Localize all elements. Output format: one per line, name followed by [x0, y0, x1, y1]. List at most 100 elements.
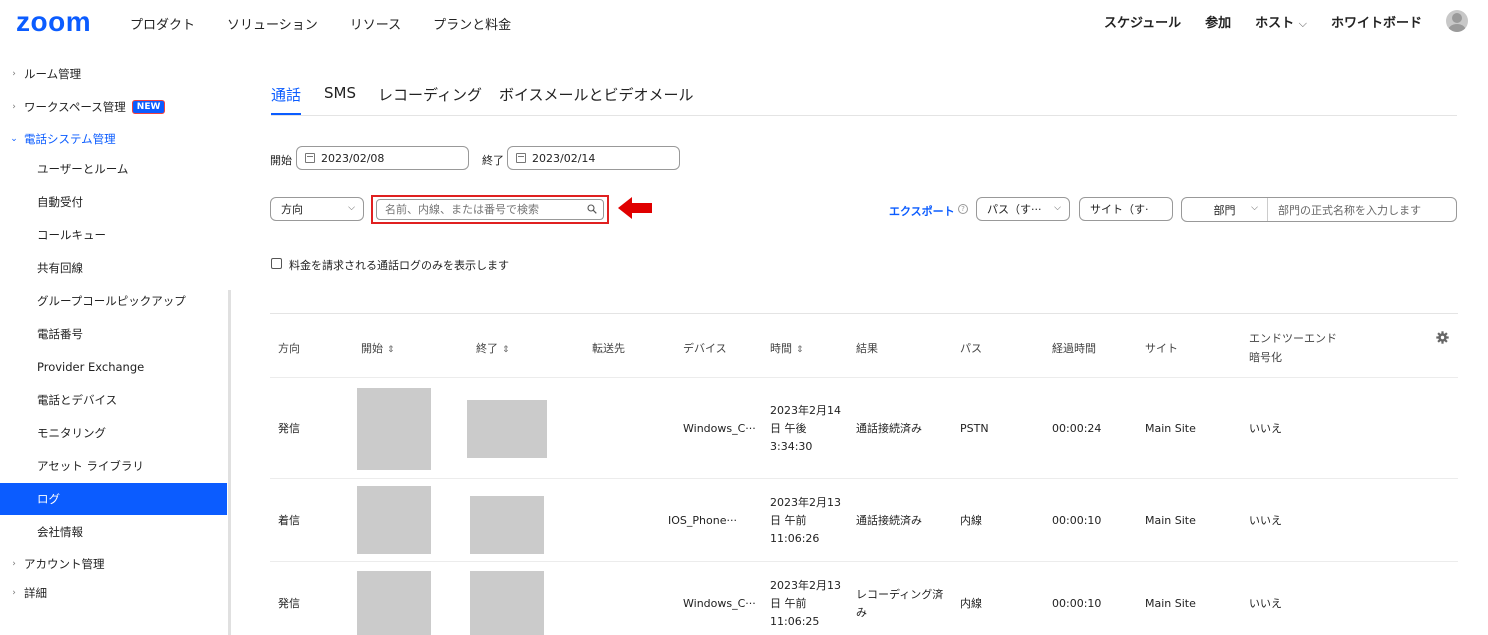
search-icon[interactable]: [587, 204, 597, 214]
sidebar-item-call-queue[interactable]: コールキュー: [0, 219, 227, 251]
sidebar-item-phone-system-management[interactable]: ⌄ 電話システム管理: [0, 123, 227, 155]
sidebar-item-label: モニタリング: [37, 426, 106, 440]
cell-duration: 00:00:24: [1052, 422, 1102, 435]
sidebar-item-room-management[interactable]: › ルーム管理: [0, 58, 227, 90]
column-end[interactable]: 終了 ⇕: [476, 340, 510, 356]
export-link[interactable]: エクスポート: [889, 203, 955, 219]
cell-time-line2: 日 午前: [770, 514, 807, 527]
sidebar-item-label: 自動受付: [37, 195, 83, 209]
site-select-value: サイト（す·: [1090, 203, 1149, 216]
start-date-label: 開始: [270, 154, 292, 167]
redacted-end: [467, 400, 547, 458]
chevron-down-icon: ⌄: [10, 134, 18, 144]
start-date-value: 2023/02/08: [321, 151, 385, 165]
sidebar-item-logs[interactable]: ログ: [0, 483, 227, 515]
sidebar-item-phone-numbers[interactable]: 電話番号: [0, 318, 227, 350]
sidebar-item-group-call-pickup[interactable]: グループコールピックアップ: [0, 285, 227, 317]
sidebar-item-users-rooms[interactable]: ユーザーとルーム: [0, 153, 227, 185]
nav-join[interactable]: 参加: [1205, 12, 1231, 31]
end-date-value: 2023/02/14: [532, 151, 596, 165]
search-input[interactable]: [376, 199, 604, 220]
cell-e2e: いいえ: [1249, 514, 1282, 527]
site-select[interactable]: サイト（す·: [1079, 197, 1173, 221]
column-start[interactable]: 開始 ⇕: [361, 340, 395, 356]
sidebar-item-asset-library[interactable]: アセット ライブラリ: [0, 450, 227, 482]
sidebar-item-workspace-management[interactable]: › ワークスペース管理 NEW: [0, 91, 227, 123]
cell-duration: 00:00:10: [1052, 514, 1102, 527]
cell-e2e: いいえ: [1249, 422, 1282, 435]
nav-host[interactable]: ホスト ⌵: [1255, 12, 1307, 31]
direction-select[interactable]: 方向 ⌵: [270, 197, 364, 221]
sidebar-item-account-management[interactable]: › アカウント管理: [0, 548, 227, 580]
sidebar-item-label: ユーザーとルーム: [37, 162, 129, 176]
sidebar-item-advanced[interactable]: › 詳細: [0, 577, 227, 609]
chevron-right-icon: ›: [12, 102, 16, 112]
sidebar: › ルーム管理 › ワークスペース管理 NEW ⌄ 電話システム管理 ユーザーと…: [0, 44, 228, 635]
sidebar-item-label: ルーム管理: [24, 67, 82, 81]
new-badge: NEW: [131, 100, 166, 114]
sidebar-item-provider-exchange[interactable]: Provider Exchange: [0, 351, 227, 383]
sidebar-item-label: 共有回線: [37, 261, 83, 275]
sidebar-item-phones-devices[interactable]: 電話とデバイス: [0, 384, 227, 416]
help-icon[interactable]: ?: [958, 204, 968, 214]
column-path: パス: [960, 342, 982, 355]
column-result: 結果: [856, 342, 878, 355]
cell-result: 通話接続済み: [856, 514, 922, 527]
column-time[interactable]: 時間 ⇕: [770, 340, 804, 356]
path-select-value: パス（す···: [987, 203, 1042, 216]
chevron-down-icon: ⌵: [1298, 16, 1307, 30]
avatar[interactable]: [1446, 10, 1468, 32]
column-site: サイト: [1145, 342, 1178, 355]
cell-device: IOS_Phone···: [668, 514, 737, 527]
tab-voicemail-videomail[interactable]: ボイスメールとビデオメール: [499, 84, 694, 114]
arrow-left-icon: [618, 197, 652, 219]
table-header-divider: [270, 313, 1458, 314]
cell-duration: 00:00:10: [1052, 597, 1102, 610]
sidebar-item-company-info[interactable]: 会社情報: [0, 516, 227, 548]
cell-time-line2: 日 午後: [770, 422, 807, 435]
redacted-end: [470, 496, 544, 554]
end-date-label: 終了: [482, 154, 504, 167]
end-date-field[interactable]: 2023/02/14: [507, 146, 680, 170]
sidebar-item-auto-receptionist[interactable]: 自動受付: [0, 186, 227, 218]
sidebar-item-label: グループコールピックアップ: [37, 294, 186, 308]
chevron-down-icon: ⌵: [1054, 203, 1061, 213]
cell-e2e: いいえ: [1249, 597, 1282, 610]
nav-solutions[interactable]: ソリューション: [227, 14, 318, 33]
tab-recordings[interactable]: レコーディング: [378, 84, 482, 114]
nav-product[interactable]: プロダクト: [130, 14, 195, 33]
tab-sms[interactable]: SMS: [324, 84, 356, 114]
sidebar-item-label: 会社情報: [37, 525, 83, 539]
cell-direction: 着信: [278, 514, 300, 527]
gear-icon[interactable]: [1436, 331, 1449, 344]
cell-path: 内線: [960, 597, 982, 610]
redacted-start: [357, 486, 431, 554]
sidebar-scrollbar[interactable]: [228, 290, 231, 635]
nav-schedule[interactable]: スケジュール: [1104, 12, 1181, 31]
cell-device: Windows_C···: [683, 597, 756, 610]
zoom-logo[interactable]: zoom: [16, 6, 91, 38]
chevron-down-icon: ⌵: [348, 203, 355, 213]
path-select[interactable]: パス（す··· ⌵: [976, 197, 1070, 221]
cell-path: 内線: [960, 514, 982, 527]
billable-only-checkbox[interactable]: [271, 258, 282, 269]
column-e2e-line2: 暗号化: [1249, 351, 1282, 364]
nav-resources[interactable]: リソース: [350, 14, 401, 33]
tab-calls[interactable]: 通話: [271, 84, 302, 115]
nav-whiteboard[interactable]: ホワイトボード: [1331, 12, 1422, 31]
department-select[interactable]: 部門 ⌵: [1182, 198, 1268, 221]
cell-site: Main Site: [1145, 422, 1196, 435]
billable-only-label: 料金を請求される通話ログのみを表示します: [289, 259, 509, 272]
column-e2e-line1: エンドツーエンド: [1249, 332, 1337, 345]
department-input[interactable]: 部門の正式名称を入力します: [1268, 202, 1421, 218]
start-date-field[interactable]: 2023/02/08: [296, 146, 469, 170]
row-divider: [270, 478, 1458, 479]
row-divider: [270, 561, 1458, 562]
sidebar-item-label: コールキュー: [37, 228, 106, 242]
cell-time-line3: 11:06:26: [770, 532, 820, 545]
nav-plans-pricing[interactable]: プランと料金: [433, 14, 511, 33]
cell-direction: 発信: [278, 597, 300, 610]
nav-host-label: ホスト: [1255, 15, 1295, 31]
sidebar-item-monitoring[interactable]: モニタリング: [0, 417, 227, 449]
sidebar-item-shared-lines[interactable]: 共有回線: [0, 252, 227, 284]
